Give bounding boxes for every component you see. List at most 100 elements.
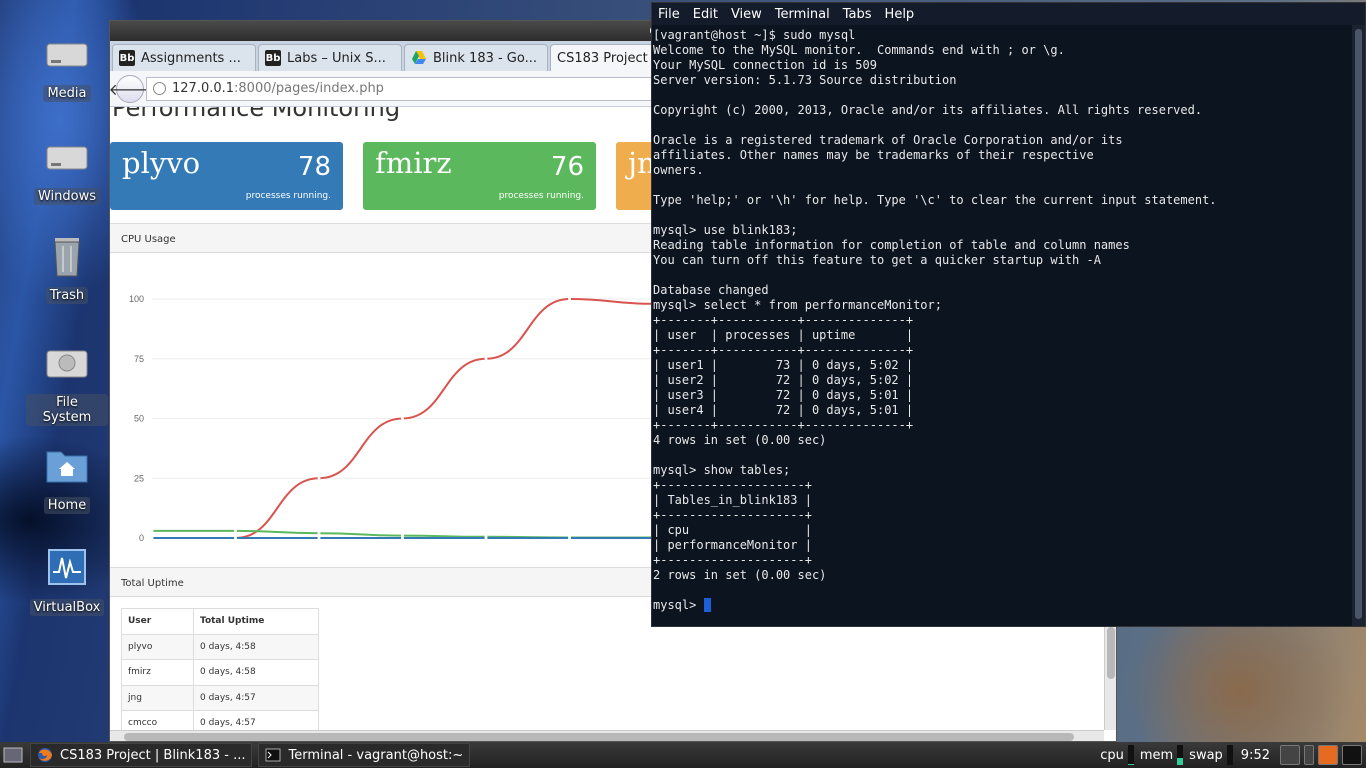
terminal-line: 2 rows in set (0.00 sec) <box>653 568 827 582</box>
uptime-cell: 0 days, 4:57 <box>193 710 319 730</box>
terminal-lines: [vagrant@host ~]$ sudo mysql Welcome to t… <box>653 28 1352 598</box>
mem-label: mem <box>1139 747 1174 763</box>
desktop-icon-label: Home <box>43 497 91 514</box>
menu-terminal[interactable]: Terminal <box>775 7 830 22</box>
panel-caption: processes running. <box>498 191 584 201</box>
user-panel-plyvo[interactable]: plyvo 78 processes running. <box>110 142 343 210</box>
tab-blink183-drive[interactable]: Blink 183 - Go... <box>404 44 548 71</box>
series-point-2 <box>484 536 488 540</box>
column-header: Total Uptime <box>193 608 319 635</box>
desktop-icon-file-system[interactable]: File System <box>26 339 108 426</box>
terminal-line: Your MySQL connection id is 509 <box>653 58 877 72</box>
series-point-2 <box>317 536 321 540</box>
swap-label: swap <box>1189 747 1223 763</box>
terminal-line: | user | processes | uptime | <box>653 328 914 342</box>
series-point-2 <box>150 536 154 540</box>
desktop-icon-home[interactable]: Home <box>26 442 108 514</box>
file-system-drive-icon <box>46 350 88 378</box>
back-button[interactable]: 🡐 <box>110 74 151 103</box>
horizontal-scrollbar[interactable] <box>110 730 1104 741</box>
terminal-line: owners. <box>653 163 704 177</box>
column-header: User <box>121 608 194 635</box>
terminal-line: | performanceMonitor | <box>653 538 812 552</box>
menu-tabs[interactable]: Tabs <box>843 7 872 22</box>
terminal-line: 4 rows in set (0.00 sec) <box>653 433 827 447</box>
terminal-menu-bar: File Edit View Terminal Tabs Help <box>652 3 1365 25</box>
user-cell: jng <box>121 684 194 711</box>
scrollbar-thumb[interactable] <box>124 733 1074 741</box>
series-point-0 <box>401 417 404 420</box>
task-label: Terminal - vagrant@host:~ <box>288 747 464 763</box>
url-host: 127.0.0.1 <box>172 81 235 96</box>
desktop-icon-trash[interactable]: Trash <box>26 232 108 304</box>
series-point-1 <box>234 529 237 533</box>
cpu-label: cpu <box>1100 747 1124 763</box>
table-row: plyvo 0 days, 4:58 <box>121 633 319 660</box>
show-desktop-icon[interactable] <box>2 744 24 766</box>
series-point-2 <box>401 536 404 540</box>
y-tick-label: 100 <box>129 294 144 304</box>
terminal-icon <box>265 748 281 762</box>
terminal-launcher-icon[interactable] <box>1342 745 1362 765</box>
terminal-line: Type 'help;' or '\h' for help. Type '\c'… <box>653 193 1217 207</box>
menu-view[interactable]: View <box>731 7 762 22</box>
tab-assignments[interactable]: Bb Assignments ... <box>112 44 256 71</box>
terminal-line: Server version: 5.1.73 Source distributi… <box>653 73 957 87</box>
y-tick-label: 25 <box>134 473 144 483</box>
panel-process-count: 76 <box>550 152 584 182</box>
cpu-fill <box>1127 764 1134 765</box>
y-tick-label: 50 <box>134 414 144 424</box>
scrollbar-thumb[interactable] <box>1355 29 1362 619</box>
menu-help[interactable]: Help <box>885 7 915 22</box>
taskbar: CS183 Project | Blink183 - ... Terminal … <box>0 742 1366 768</box>
swap-meter[interactable]: swap <box>1189 745 1233 765</box>
panel-process-count: 78 <box>297 152 331 182</box>
media-drive-icon <box>46 43 88 67</box>
menu-edit[interactable]: Edit <box>693 7 718 22</box>
user-cell: plyvo <box>121 633 194 660</box>
series-point-2 <box>568 536 571 540</box>
scrollbar-thumb[interactable] <box>1107 627 1115 679</box>
system-tray: cpu mem swap 9:52 <box>1100 742 1366 768</box>
terminal-line: | user1 | 73 | 0 days, 5:02 | <box>653 358 914 372</box>
menu-file[interactable]: File <box>658 7 680 22</box>
blackboard-icon: Bb <box>119 50 135 66</box>
terminal-line: mysql> show tables; <box>653 463 791 477</box>
windows-drive-icon <box>46 146 88 170</box>
firefox-launcher-icon[interactable] <box>1318 745 1338 765</box>
file-manager-icon[interactable] <box>1280 745 1300 765</box>
terminal-line: Welcome to the MySQL monitor. Commands e… <box>653 43 1065 57</box>
terminal-scrollbar[interactable] <box>1352 25 1365 626</box>
task-firefox[interactable]: CS183 Project | Blink183 - ... <box>30 743 253 767</box>
terminal-line: Oracle is a registered trademark of Orac… <box>653 133 1123 147</box>
user-cell: cmcco <box>121 710 194 730</box>
terminal-window: File Edit View Terminal Tabs Help [vagra… <box>651 2 1366 627</box>
clock[interactable]: 9:52 <box>1241 748 1270 763</box>
usb-icon[interactable] <box>1304 745 1314 765</box>
desktop-icon-label: Media <box>43 85 91 102</box>
cpu-meter[interactable]: cpu <box>1100 745 1134 765</box>
terminal-line: | user2 | 72 | 0 days, 5:02 | <box>653 373 914 387</box>
terminal-cursor <box>703 598 711 612</box>
terminal-line: +-------+-----------+--------------+ <box>653 418 914 432</box>
terminal-output[interactable]: [vagrant@host ~]$ sudo mysql Welcome to t… <box>652 25 1352 626</box>
desktop-icon-virtualbox[interactable]: VirtualBox <box>26 544 108 616</box>
user-panel-fmirz[interactable]: fmirz 76 processes running. <box>363 142 596 210</box>
terminal-line: Copyright (c) 2000, 2013, Oracle and/or … <box>653 103 1203 117</box>
cpu-bar <box>1127 745 1134 765</box>
desktop-icon-media[interactable]: Media <box>26 30 108 102</box>
virtualbox-icon <box>48 549 86 585</box>
terminal-line: +-------+-----------+--------------+ <box>653 313 914 327</box>
series-point-0 <box>317 476 321 480</box>
desktop-icon-label: File System <box>26 394 108 426</box>
y-tick-label: 75 <box>134 354 144 364</box>
terminal-line: Reading table information for completion… <box>653 238 1130 252</box>
desktop-icon-windows[interactable]: Windows <box>26 133 108 205</box>
mem-meter[interactable]: mem <box>1139 745 1184 765</box>
page-title: Performance Monitoring <box>112 107 401 122</box>
tab-labs[interactable]: Bb Labs – Unix S... <box>258 44 402 71</box>
task-terminal[interactable]: Terminal - vagrant@host:~ <box>258 743 471 767</box>
